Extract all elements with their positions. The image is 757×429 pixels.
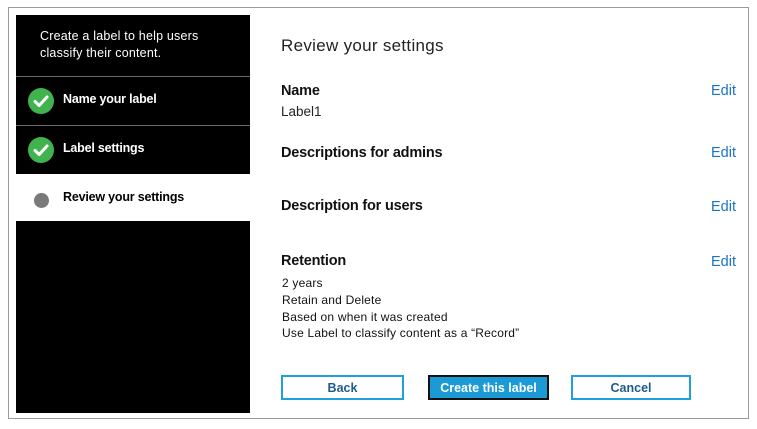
checkmark-icon	[28, 137, 54, 163]
name-value: Label1	[281, 104, 322, 119]
edit-retention-link[interactable]: Edit	[711, 254, 736, 270]
step-name-your-label[interactable]: Name your label	[16, 76, 250, 124]
create-label-button[interactable]: Create this label	[428, 375, 549, 400]
wizard-sidebar: Create a label to help users classify th…	[16, 15, 250, 413]
step-label: Label settings	[63, 141, 145, 155]
sidebar-intro-text: Create a label to help users classify th…	[40, 29, 199, 60]
back-button[interactable]: Back	[281, 375, 404, 400]
edit-user-description-link[interactable]: Edit	[711, 199, 736, 215]
cancel-button[interactable]: Cancel	[571, 375, 691, 400]
retention-detail: 2 years	[282, 276, 323, 290]
edit-name-link[interactable]: Edit	[711, 83, 736, 99]
retention-detail: Based on when it was created	[282, 310, 448, 324]
retention-detail: Retain and Delete	[282, 293, 382, 307]
section-title-admin-description: Descriptions for admins	[281, 145, 443, 161]
section-title-user-description: Description for users	[281, 198, 423, 214]
current-step-dot-icon	[34, 193, 49, 208]
edit-admin-description-link[interactable]: Edit	[711, 145, 736, 161]
retention-detail: Use Label to classify content as a “Reco…	[282, 326, 520, 340]
section-title-retention: Retention	[281, 253, 347, 269]
step-label-settings[interactable]: Label settings	[16, 125, 250, 173]
step-label: Review your settings	[63, 190, 185, 204]
step-review-your-settings[interactable]: Review your settings	[16, 174, 250, 221]
step-label: Name your label	[63, 92, 157, 106]
checkmark-icon	[28, 88, 54, 114]
page-title: Review your settings	[281, 36, 444, 55]
section-title-name: Name	[281, 83, 320, 99]
